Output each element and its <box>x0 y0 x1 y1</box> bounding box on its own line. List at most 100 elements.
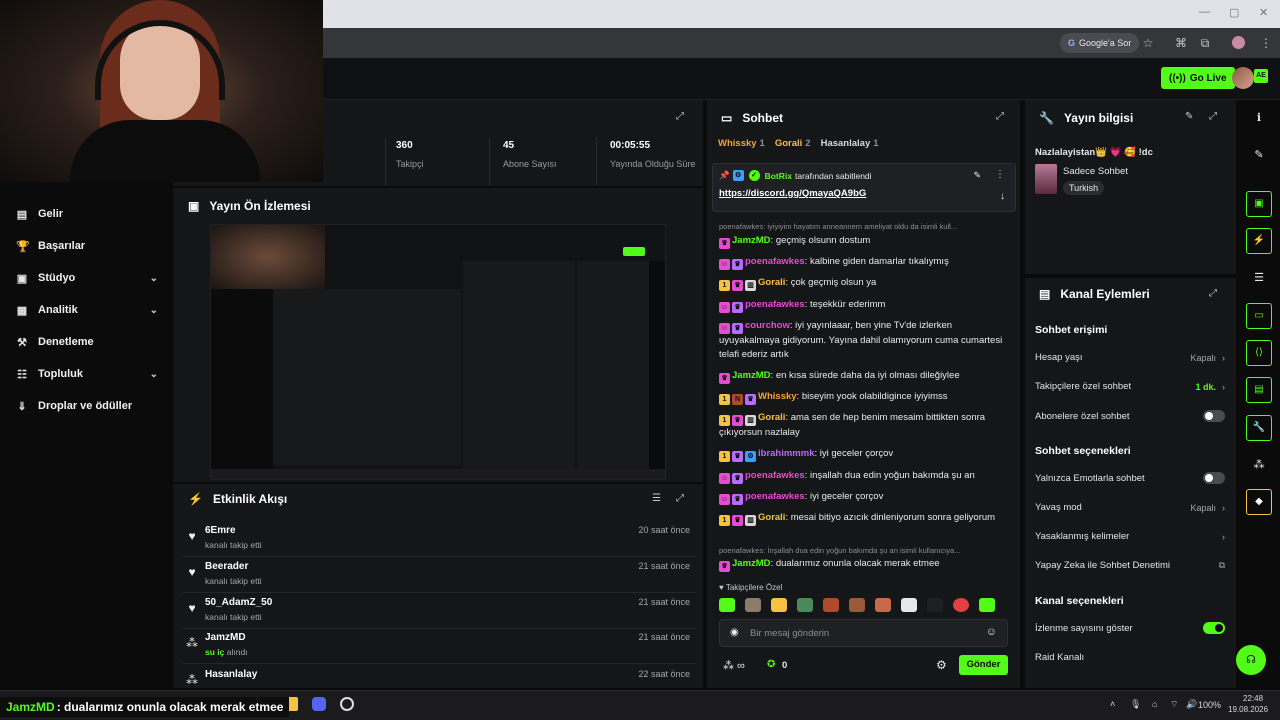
clock-time[interactable]: 22:48 <box>1243 694 1263 703</box>
emote-icon[interactable] <box>979 598 995 612</box>
banned-words-row[interactable]: Yasaklanmış kelimeler › <box>1035 531 1225 542</box>
wrench-toggle-icon[interactable]: 🔧 <box>1246 415 1272 441</box>
chat-username[interactable]: poenafawkes <box>745 299 805 310</box>
moderation-toggle-icon[interactable]: ▤ <box>1246 377 1272 403</box>
extension-icon[interactable]: ⌘ <box>1173 35 1189 51</box>
community-icon[interactable]: ⁂ <box>1246 452 1272 478</box>
network-icon[interactable]: ⌂ <box>1152 699 1157 709</box>
emote-only-row[interactable]: Yalnızca Emotlarla sohbet <box>1035 472 1225 484</box>
maximize-icon[interactable]: ▢ <box>1229 6 1239 19</box>
chat-message[interactable]: 1 ♛ ▥ Gorali: ama sen de hep benim mesaim b… <box>719 411 1009 440</box>
chat-message[interactable]: 1 ♛ ▥ Gorali: mesai bitiyo azıcık dinleniyo… <box>719 511 1009 526</box>
chat-message[interactable]: 1 ♛ ▥ Gorali: çok geçmiş olsun ya <box>719 276 1009 291</box>
top-gifter[interactable]: Whissky 1 <box>718 138 765 154</box>
collapse-icon[interactable]: ↓ <box>1000 191 1005 202</box>
support-headset-icon[interactable]: ☊ <box>1236 645 1266 675</box>
puzzle-icon[interactable]: ⧉ <box>1197 35 1213 51</box>
code-icon[interactable]: ⟨⟩ <box>1246 340 1272 366</box>
infinite-icon[interactable]: ⁂ ∞ <box>723 659 745 672</box>
account-age-row[interactable]: Hesap yaşı Kapalı › <box>1035 352 1225 363</box>
close-icon[interactable]: ✕ <box>1259 6 1268 19</box>
show-viewers-row[interactable]: İzlenme sayısını göster <box>1035 622 1225 634</box>
chat-message[interactable]: ♛ JamzMD: dualarımız onunla olacak merak … <box>719 557 1009 572</box>
expand-icon[interactable]: ⤢ <box>676 111 684 122</box>
bookmark-star-icon[interactable]: ☆ <box>1140 35 1156 51</box>
chat-message[interactable]: 1 N ♛ Whissky: biseyim yook olabildigince i… <box>719 390 1009 405</box>
sidebar-item-droplar-ve-ödüller[interactable]: ⇓ Droplar ve ödüller <box>16 396 158 416</box>
chat-username[interactable]: courchow <box>745 320 790 331</box>
expand-icon[interactable]: ⤢ <box>1209 111 1217 122</box>
chat-username[interactable]: Gorali <box>758 512 785 523</box>
filter-icon[interactable]: ☰ <box>652 493 661 504</box>
wifi-icon[interactable]: ⌔ <box>1170 699 1178 710</box>
emote-only-toggle[interactable] <box>1203 472 1225 484</box>
preview-toggle-icon[interactable]: ▣ <box>1246 191 1272 217</box>
info-icon[interactable]: ℹ <box>1246 105 1272 131</box>
emote-icon[interactable] <box>745 598 761 612</box>
subs-chat-row[interactable]: Abonelere özel sohbet <box>1035 410 1225 422</box>
emote-icon[interactable] <box>797 598 813 612</box>
chat-username[interactable]: Gorali <box>758 412 785 423</box>
chat-username[interactable]: poenafawkes <box>745 491 805 502</box>
chat-username[interactable]: poenafawkes <box>745 470 805 481</box>
settings-gear-icon[interactable]: ⚙ <box>936 658 947 672</box>
sidebar-item-başarılar[interactable]: 🏆 Başarılar <box>16 236 158 256</box>
obs-icon[interactable] <box>340 697 354 711</box>
expand-icon[interactable]: ⤢ <box>676 493 684 504</box>
emote-icon[interactable] <box>719 598 735 612</box>
avatar[interactable] <box>1232 67 1254 89</box>
raid-row[interactable]: Raid Kanalı <box>1035 652 1225 663</box>
ai-moderation-row[interactable]: Yapay Zeka ile Sohbet Denetimi ⧉ <box>1035 560 1225 571</box>
chat-message[interactable]: ☺ ♛ poenafawkes: iyi geceler çorçov <box>719 490 1009 505</box>
emote-icon[interactable] <box>771 598 787 612</box>
sidebar-item-stüdyo[interactable]: ▣ Stüdyo ⌄ <box>16 268 158 288</box>
show-viewers-toggle[interactable] <box>1203 622 1225 634</box>
go-live-button[interactable]: ((•)) Go Live <box>1161 67 1235 89</box>
chevron-down-icon[interactable]: ⌄ <box>150 273 158 284</box>
pencil-icon[interactable]: ✎ <box>1246 142 1272 168</box>
minimize-icon[interactable]: — <box>1199 6 1210 18</box>
chevron-down-icon[interactable]: ⌄ <box>150 305 158 316</box>
chat-message[interactable]: 1 ♛ ⚙ ibrahimmmk: iyi geceler çorçov <box>719 447 1009 462</box>
top-gifter[interactable]: Hasanlalay 1 <box>821 138 879 154</box>
chat-message[interactable]: ♛ JamzMD: en kısa sürede daha da iyi olma… <box>719 369 1009 384</box>
sidebar-item-gelir[interactable]: ▤ Gelir <box>16 204 158 224</box>
chat-input[interactable]: ◉ Bir mesaj gönderin ☺ <box>719 619 1008 647</box>
emote-icon[interactable] <box>849 598 865 612</box>
chat-toggle-icon[interactable]: ▭ <box>1246 303 1272 329</box>
emote-icon[interactable] <box>901 598 917 612</box>
chat-username[interactable]: poenafawkes <box>745 256 805 267</box>
emote-picker-icon[interactable]: ◉ <box>730 627 739 638</box>
followers-chat-row[interactable]: Takipçilere özel sohbet 1 dk. › <box>1035 381 1225 392</box>
chat-username[interactable]: Whissky <box>758 391 797 402</box>
emote-icon[interactable] <box>927 598 943 612</box>
subs-chat-toggle[interactable] <box>1203 410 1225 422</box>
unpin-icon[interactable]: ✎ <box>973 170 981 181</box>
emote-icon[interactable] <box>875 598 891 612</box>
chat-message[interactable]: ☺ ♛ poenafawkes: inşallah dua edin yoğun b… <box>719 469 1009 484</box>
sidebar-item-denetleme[interactable]: ⚒ Denetleme <box>16 332 158 352</box>
chat-message[interactable]: ☺ ♛ poenafawkes: kalbine giden damarlar tı… <box>719 255 1009 270</box>
sidebar-item-analitik[interactable]: ▦ Analitik ⌄ <box>16 300 158 320</box>
discord-link[interactable]: https://discord.gg/QmayaQA9bG <box>719 188 866 199</box>
expand-icon[interactable]: ⤢ <box>1209 288 1217 299</box>
emoji-icon[interactable]: ☺ <box>986 626 997 638</box>
slow-mode-row[interactable]: Yavaş mod Kapalı › <box>1035 502 1225 513</box>
chat-username[interactable]: JamzMD <box>732 235 771 246</box>
clock-date[interactable]: 19.08.2026 <box>1228 705 1268 714</box>
list-icon[interactable]: ☰ <box>1246 265 1272 291</box>
mic-icon[interactable]: 🎙 <box>1130 699 1141 710</box>
discord-icon[interactable] <box>312 697 326 711</box>
chat-username[interactable]: Gorali <box>758 277 785 288</box>
chat-message[interactable]: ☺ ♛ poenafawkes: teşekkür ederimm <box>719 298 1009 313</box>
stream-preview[interactable] <box>210 224 666 480</box>
emote-icon[interactable] <box>953 598 969 612</box>
top-gifter[interactable]: Gorali 2 <box>775 138 811 154</box>
profile-icon[interactable] <box>1232 36 1245 49</box>
emote-icon[interactable] <box>823 598 839 612</box>
kebab-menu-icon[interactable]: ⋮ <box>1258 35 1274 51</box>
lightning-toggle-icon[interactable]: ⚡ <box>1246 228 1272 254</box>
more-icon[interactable]: ⋮ <box>995 169 1005 180</box>
diamond-icon[interactable]: ◆ <box>1246 489 1272 515</box>
chat-message[interactable]: ☺ ♛ courchow: iyi yayınlaaar, ben yine Tv'… <box>719 319 1009 362</box>
